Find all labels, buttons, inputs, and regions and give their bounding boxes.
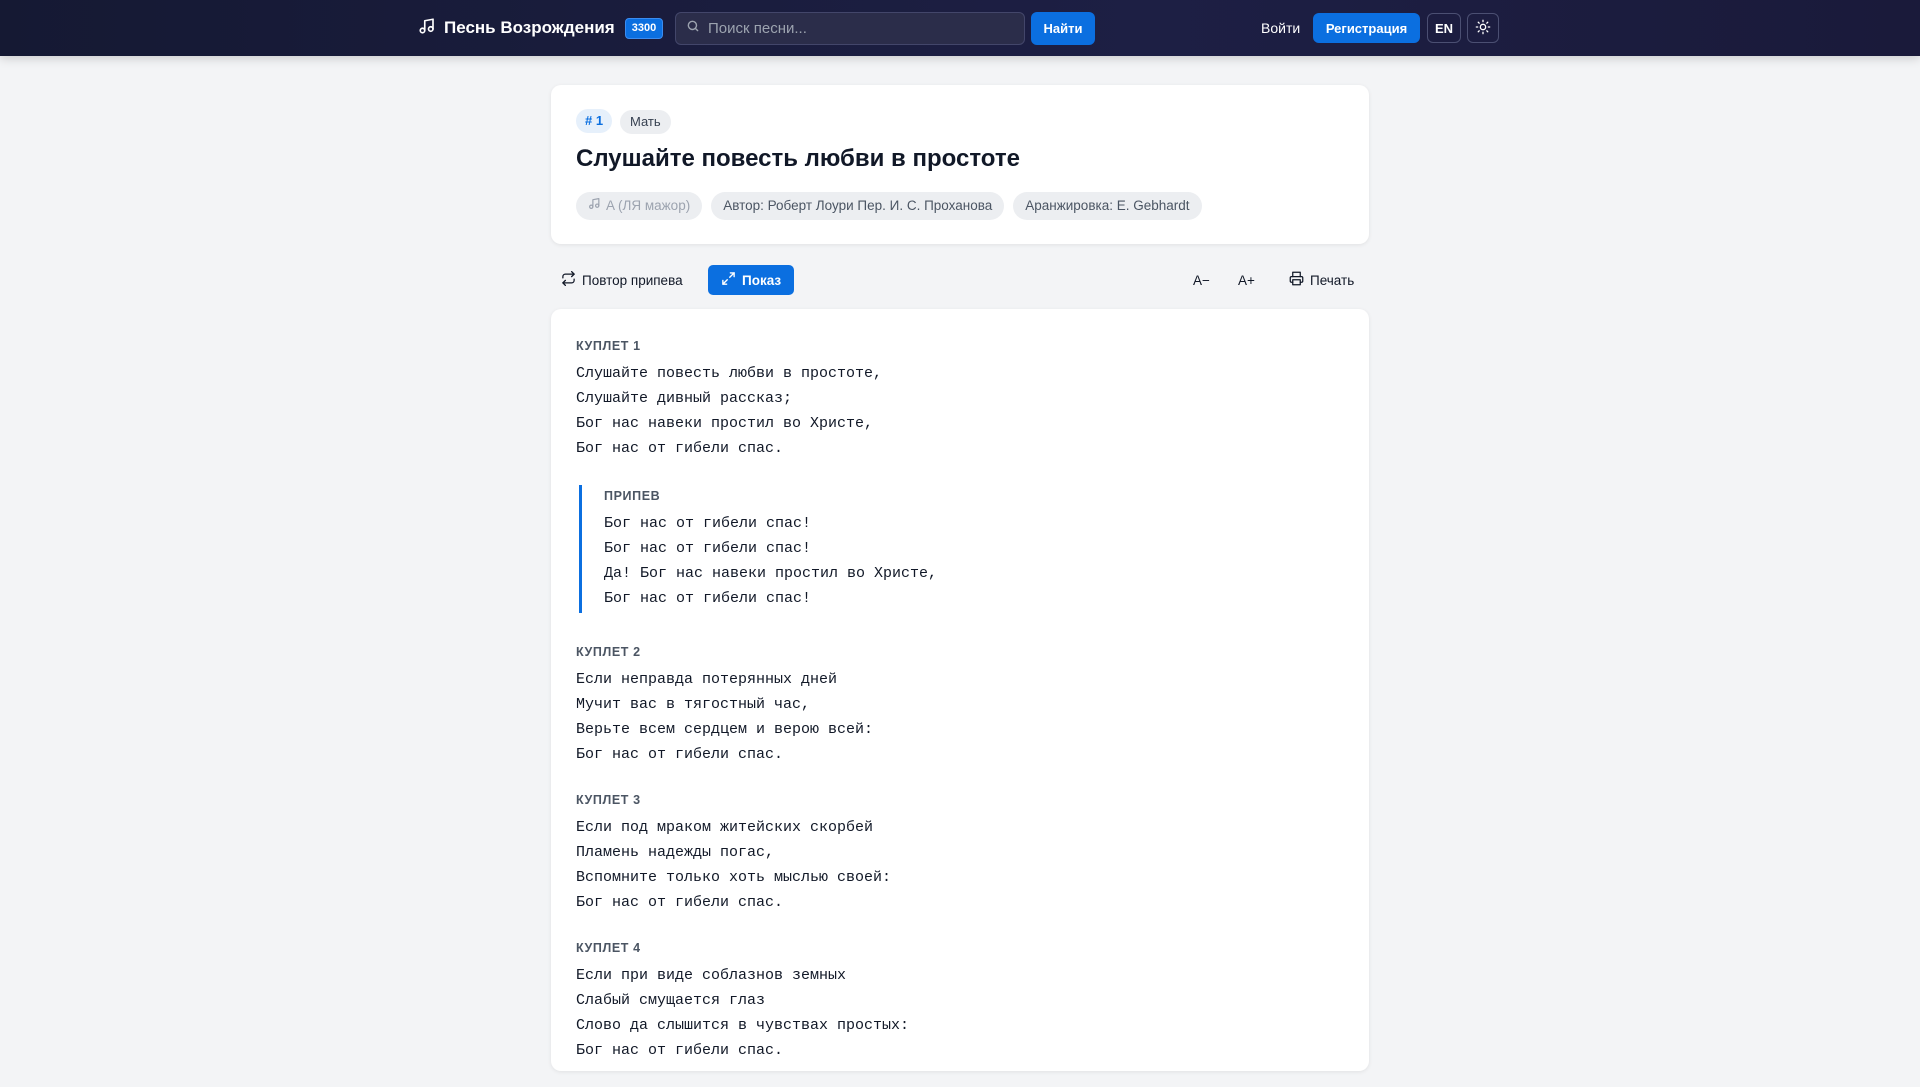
chorus-label: ПРИПЕВ [604, 489, 661, 503]
register-button[interactable]: Регистрация [1313, 13, 1420, 43]
verse-lines: Если неправда потерянных дней Мучит вас … [576, 667, 1346, 767]
font-increase-button[interactable]: A+ [1228, 265, 1265, 295]
sun-icon [1475, 19, 1491, 38]
song-count-badge: 3300 [624, 17, 664, 39]
lyric-line: Вспомните только хоть мыслью своей: [576, 869, 892, 886]
search-box [675, 12, 1025, 45]
lyric-line: Слово да слышится в чувствах простых: [576, 1017, 910, 1034]
author-chip: Автор: Роберт Лоури Пер. И. С. Проханова [711, 192, 1005, 220]
music-note-icon [588, 192, 601, 220]
font-decrease-button[interactable]: A− [1183, 265, 1220, 295]
lyrics-card: КУПЛЕТ 1 Слушайте повесть любви в просто… [551, 309, 1369, 1071]
lyric-line: Бог нас от гибели спас. [576, 440, 784, 457]
category-chip[interactable]: Мать [620, 110, 671, 134]
verse-4: КУПЛЕТ 4 Если при виде соблазнов земных … [576, 939, 1346, 1063]
verse-label: КУПЛЕТ 4 [576, 941, 641, 955]
song-meta-row: A (ЛЯ мажор) Автор: Роберт Лоури Пер. И.… [576, 192, 1202, 220]
lyric-line: Если под мраком житейских скорбей [576, 819, 874, 836]
verse-label: КУПЛЕТ 2 [576, 645, 641, 659]
lyric-line: Бог нас от гибели спас! [604, 515, 812, 532]
verse-3: КУПЛЕТ 3 Если под мраком житейских скорб… [576, 791, 1346, 915]
music-note-icon [418, 17, 436, 40]
presentation-button[interactable]: Показ [708, 265, 795, 295]
login-link[interactable]: Войти [1261, 17, 1300, 39]
lyric-line: Слушайте дивный рассказ; [576, 390, 793, 407]
verse-2: КУПЛЕТ 2 Если неправда потерянных дней М… [576, 643, 1346, 767]
lyric-line: Бог нас от гибели спас. [576, 1042, 784, 1059]
lyric-line: Мучит вас в тягостный час, [576, 696, 811, 713]
top-navbar: Песнь Возрождения 3300 Найти Войти Регис… [0, 0, 1920, 56]
lyric-line: Бог нас от гибели спас. [576, 894, 784, 911]
lyric-line: Бог нас навеки простил во Христе, [576, 415, 874, 432]
language-toggle-button[interactable]: EN [1427, 13, 1461, 43]
verse-lines: Слушайте повесть любви в простоте, Слуша… [576, 361, 1346, 461]
lyric-line: Слушайте повесть любви в простоте, [576, 365, 883, 382]
lyric-line: Бог нас от гибели спас! [604, 590, 812, 607]
song-number-badge: # 1 [576, 109, 613, 133]
lyrics-body: КУПЛЕТ 1 Слушайте повесть любви в просто… [576, 337, 1346, 1087]
key-label: A (ЛЯ мажор) [606, 198, 691, 213]
lyric-line: Верьте всем сердцем и верою всей: [576, 721, 874, 738]
brand-logo-link[interactable]: Песнь Возрождения 3300 [418, 14, 664, 42]
repeat-chorus-button[interactable]: Повтор припева [551, 265, 693, 295]
lyric-line: Если при виде соблазнов земных [576, 967, 847, 984]
theme-toggle-button[interactable] [1467, 13, 1499, 43]
print-label: Печать [1310, 272, 1355, 288]
expand-icon [721, 271, 736, 289]
song-header-card: # 1 Мать Слушайте повесть любви в просто… [551, 85, 1369, 244]
lyric-line: Если неправда потерянных дней [576, 671, 838, 688]
verse-1: КУПЛЕТ 1 Слушайте повесть любви в просто… [576, 337, 1346, 461]
lyric-line: Бог нас от гибели спас. [576, 746, 784, 763]
chorus: ПРИПЕВ Бог нас от гибели спас! Бог нас о… [579, 485, 1346, 613]
arrangement-chip: Аранжировка: E. Gebhardt [1013, 192, 1202, 220]
song-toolbar: Повтор припева Показ A− A+ Печать [551, 265, 1369, 295]
verse-lines: Если при виде соблазнов земных Слабый см… [576, 963, 1346, 1063]
lyric-line: Слабый смущается глаз [576, 992, 766, 1009]
lyric-line: Да! Бог нас навеки простил во Христе, [604, 565, 938, 582]
print-button[interactable]: Печать [1279, 265, 1364, 295]
brand-name: Песнь Возрождения [444, 18, 615, 37]
verse-lines: Если под мраком житейских скорбей Пламен… [576, 815, 1346, 915]
verse-label: КУПЛЕТ 1 [576, 339, 641, 353]
key-chip: A (ЛЯ мажор) [576, 192, 703, 220]
verse-label: КУПЛЕТ 3 [576, 793, 641, 807]
repeat-chorus-label: Повтор припева [582, 272, 683, 288]
chorus-lines: Бог нас от гибели спас! Бог нас от гибел… [604, 511, 1346, 611]
presentation-label: Показ [742, 272, 782, 288]
song-title: Слушайте повесть любви в простоте [576, 145, 1020, 172]
search-icon [686, 19, 700, 38]
lyric-line: Бог нас от гибели спас! [604, 540, 812, 557]
search-input[interactable] [708, 20, 1008, 37]
repeat-icon [561, 271, 576, 289]
lyric-line: Пламень надежды погас, [576, 844, 775, 861]
printer-icon [1289, 271, 1304, 289]
find-button[interactable]: Найти [1031, 12, 1095, 45]
